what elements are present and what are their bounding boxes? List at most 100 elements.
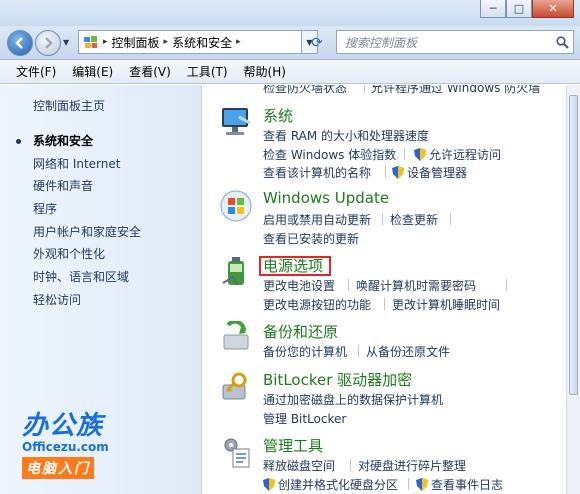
window-controls: ─ □ ✕	[480, 0, 574, 18]
sidebar-list: 系统和安全 网络和 Internet 硬件和声音 程序 用户帐户和家庭安全 外观…	[16, 130, 141, 312]
link-separator	[382, 213, 383, 225]
system-title[interactable]: 系统	[263, 105, 293, 126]
sidebar-item-programs[interactable]: 程序	[33, 198, 141, 221]
menu-tools[interactable]: 工具(T)	[179, 61, 236, 82]
uac-shield-icon	[263, 478, 275, 491]
sidebar-item-system-security[interactable]: 系统和安全	[16, 130, 141, 153]
link-view-installed-updates[interactable]: 查看已安装的更新	[263, 230, 359, 247]
recent-pages-dropdown[interactable]: ▼	[63, 38, 69, 47]
officezu-logo: 办公族 Officezu.com 电脑入门	[22, 405, 122, 483]
breadcrumb-control-panel[interactable]: 控制面板	[112, 34, 160, 51]
sidebar-item-label: 系统和安全	[33, 134, 94, 148]
title-bar: ─ □ ✕	[0, 0, 580, 26]
link-create-format-partition[interactable]: 创建并格式化硬盘分区	[263, 476, 398, 493]
breadcrumb-arrow-icon[interactable]: ▸	[103, 37, 108, 47]
admin-tools-title[interactable]: 管理工具	[263, 435, 323, 456]
address-bar[interactable]: ▸ 控制面板 ▸ 系统和安全 ▸	[78, 30, 302, 54]
close-button[interactable]: ✕	[532, 0, 574, 18]
windows-update-icon	[219, 189, 253, 223]
bitlocker-key-icon	[219, 369, 253, 403]
forward-button[interactable]	[35, 30, 61, 56]
link-separator	[358, 345, 359, 357]
breadcrumb-system-security[interactable]: 系统和安全	[172, 34, 232, 51]
link-view-computer-name[interactable]: 查看该计算机的名称	[263, 164, 371, 181]
sidebar-control-panel-home[interactable]: 控制面板主页	[33, 97, 105, 114]
link-view-event-logs[interactable]: 查看事件日志	[416, 476, 503, 493]
sidebar-item-hardware-sound[interactable]: 硬件和声音	[33, 175, 141, 198]
vertical-scrollbar[interactable]	[566, 85, 580, 494]
category-bitlocker: BitLocker 驱动器加密 通过加密磁盘上的数据保护计算机 管理 BitLo…	[203, 369, 566, 429]
sidebar-item-ease-of-access[interactable]: 轻松访问	[33, 289, 141, 312]
uac-shield-icon	[416, 478, 428, 491]
category-firewall-partial: 检查防火墙状态 允许程序通过 Windows 防火墙	[203, 85, 566, 99]
breadcrumb-arrow-icon[interactable]: ▸	[236, 37, 241, 47]
highlight-box	[259, 256, 331, 276]
link-require-password-wakeup[interactable]: 唤醒计算机时需要密码	[356, 277, 476, 294]
forward-arrow-icon	[45, 37, 53, 49]
category-admin-tools: 管理工具 释放磁盘空间 对硬盘进行碎片整理 创建并格式化硬盘分区 查看事件日志	[203, 435, 566, 494]
category-system: 系统 查看 RAM 的大小和处理器速度 检查 Windows 体验指数 允许远程…	[203, 105, 566, 181]
link-defragment-disk[interactable]: 对硬盘进行碎片整理	[358, 457, 466, 474]
link-label: 查看事件日志	[431, 478, 504, 492]
active-bullet-icon	[16, 139, 21, 144]
link-label: 创建并格式化硬盘分区	[278, 478, 399, 492]
link-change-sleep-time[interactable]: 更改计算机睡眠时间	[392, 296, 500, 313]
link-separator	[450, 213, 451, 225]
control-panel-icon	[83, 34, 99, 50]
backup-restore-icon	[219, 319, 253, 355]
link-restore-files[interactable]: 从备份还原文件	[366, 343, 450, 360]
link-allow-remote-access[interactable]: 允许远程访问	[414, 146, 501, 163]
sidebar-item-network[interactable]: 网络和 Internet	[33, 153, 141, 176]
maximize-button[interactable]: □	[506, 0, 532, 18]
menu-edit[interactable]: 编辑(E)	[64, 61, 121, 82]
link-manage-bitlocker[interactable]: 管理 BitLocker	[263, 410, 346, 427]
link-encrypt-disk[interactable]: 通过加密磁盘上的数据保护计算机	[263, 391, 443, 408]
link-separator	[385, 166, 386, 178]
scrollbar-thumb[interactable]	[569, 95, 578, 395]
link-check-updates[interactable]: 检查更新	[390, 211, 438, 228]
link-label: 设备管理器	[407, 166, 468, 180]
link-separator	[408, 478, 409, 490]
refresh-icon[interactable]: ⟳	[308, 34, 326, 52]
main-content: 检查防火墙状态 允许程序通过 Windows 防火墙 系统 查看 RAM 的大小…	[203, 85, 566, 494]
logo-sub-text: 电脑入门	[22, 457, 94, 479]
link-check-experience-index[interactable]: 检查 Windows 体验指数	[263, 146, 396, 163]
search-input[interactable]: 搜索控制面板	[345, 34, 551, 51]
admin-tools-icon	[219, 435, 253, 469]
windows-update-title[interactable]: Windows Update	[263, 189, 389, 207]
link-separator	[404, 148, 405, 160]
navigation-bar: ▼ ▸ 控制面板 ▸ 系统和安全 ▸ ▼ ⟳ 搜索控制面板	[0, 26, 580, 60]
link-check-firewall-status[interactable]: 检查防火墙状态	[263, 85, 347, 96]
sidebar-item-appearance[interactable]: 外观和个性化	[33, 243, 141, 266]
link-separator	[348, 279, 349, 291]
breadcrumb-arrow-icon[interactable]: ▸	[164, 37, 169, 47]
link-allow-program-firewall[interactable]: 允许程序通过 Windows 防火墙	[371, 85, 540, 96]
menu-help[interactable]: 帮助(H)	[236, 61, 294, 82]
link-free-disk-space[interactable]: 释放磁盘空间	[263, 457, 335, 474]
menu-view[interactable]: 查看(V)	[121, 61, 179, 82]
logo-main-text: 办公族	[22, 411, 104, 441]
sidebar-item-user-accounts[interactable]: 用户帐户和家庭安全	[33, 221, 141, 244]
menu-file[interactable]: 文件(F)	[8, 61, 64, 82]
search-icon[interactable]	[551, 35, 573, 49]
minimize-button[interactable]: ─	[480, 0, 506, 18]
link-view-ram-processor[interactable]: 查看 RAM 的大小和处理器速度	[263, 127, 429, 144]
link-toggle-auto-update[interactable]: 启用或禁用自动更新	[263, 211, 371, 228]
bitlocker-title[interactable]: BitLocker 驱动器加密	[263, 369, 412, 390]
link-device-manager[interactable]: 设备管理器	[392, 164, 467, 181]
search-box[interactable]: 搜索控制面板	[336, 30, 574, 54]
system-computer-icon	[219, 105, 253, 139]
back-arrow-icon	[15, 37, 23, 49]
sidebar-item-clock-language[interactable]: 时钟、语言和区域	[33, 266, 141, 289]
uac-shield-icon	[392, 166, 404, 179]
link-change-power-button[interactable]: 更改电源按钮的功能	[263, 296, 371, 313]
backup-restore-title[interactable]: 备份和还原	[263, 321, 338, 342]
category-windows-update: Windows Update 启用或禁用自动更新 检查更新 查看已安装的更新	[203, 189, 566, 249]
link-change-battery-settings[interactable]: 更改电池设置	[263, 277, 335, 294]
back-button[interactable]	[7, 30, 33, 56]
power-battery-icon	[219, 255, 253, 289]
link-separator	[384, 298, 385, 310]
link-label: 允许远程访问	[429, 148, 502, 162]
link-separator	[350, 459, 351, 471]
link-backup-computer[interactable]: 备份您的计算机	[263, 343, 347, 360]
